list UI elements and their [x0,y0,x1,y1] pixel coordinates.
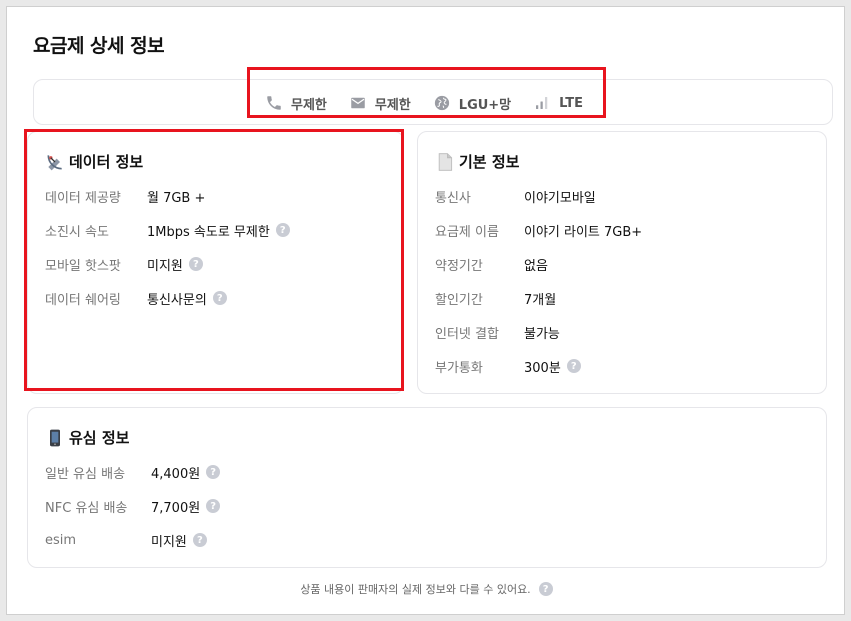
help-icon[interactable]: ? [188,257,203,271]
basic-row: 약정기간 [435,254,483,274]
satellite-antenna-icon [47,154,62,170]
hotspot-value: 미지원 [147,258,183,274]
usim-row-value: 4,400원 ? [151,462,221,482]
data-sharing-value: 통신사문의 [147,292,207,308]
basic-row: 통신사 [435,186,471,206]
plan-name-value: 이야기 라이트 7GB+ [524,224,643,240]
network-text: LGU+망 [458,97,512,113]
usim-row-label: 일반 유심 배송 [45,466,126,482]
extra-call-value: 300분 [524,360,561,376]
help-icon[interactable]: ? [212,291,227,305]
basic-row: 할인기간 [435,288,483,308]
basic-row-value: 7개월 [524,288,556,308]
mail-icon [351,97,365,109]
usim-row-label: esim [45,532,77,548]
basic-info-title-text: 기본 정보 [459,153,520,171]
basic-row: 요금제 이름 [435,220,499,240]
usim-row: 일반 유심 배송 [45,462,125,482]
throttle-speed-value: 1Mbps 속도로 무제한 [147,224,270,240]
data-row: 소진시 속도 [45,220,109,240]
summary-item-generation: LTE [533,94,583,112]
basic-row-label: 통신사 [435,190,471,206]
data-info-title-text: 데이터 정보 [69,153,144,171]
basic-row: 부가통화 [435,356,483,376]
help-icon[interactable]: ? [206,465,221,479]
help-icon[interactable]: ? [192,533,207,547]
data-row: 데이터 쉐어링 [45,288,121,308]
help-icon[interactable]: ? [206,499,221,513]
basic-row-label: 인터넷 결합 [435,326,499,342]
usim-info-card [27,407,827,568]
basic-row-value: 불가능 [524,322,560,342]
data-row-label: 모바일 핫스팟 [45,258,121,274]
usim-row-value: 미지원 ? [151,530,207,550]
data-row-label: 소진시 속도 [45,224,109,240]
data-row-value: 통신사문의 ? [147,288,227,308]
data-row: 모바일 핫스팟 [45,254,121,274]
basic-row-label: 약정기간 [435,258,483,274]
summary-row: 무제한 무제한 LGU+망 LTE [265,91,583,115]
basic-row-value: 없음 [524,254,548,274]
nfc-usim-price: 7,700원 [151,500,201,516]
usim-info-title-text: 유심 정보 [69,429,130,447]
mobile-phone-icon [50,429,60,446]
usim-row: esim [45,530,76,550]
help-icon[interactable]: ? [566,359,581,373]
signal-icon [536,97,548,109]
basic-row-value: 이야기 라이트 7GB+ [524,220,642,240]
voice-text: 무제한 [291,97,327,113]
detail-panel: 요금제 상세 정보 무제한 무제한 LGU+망 LTE 데이터 정보 데이터 제… [6,6,845,615]
carrier-value: 이야기모바일 [524,190,596,206]
data-allowance-value: 월 7GB + [147,190,206,206]
summary-item-voice: 무제한 [265,94,327,113]
data-row: 데이터 제공량 [45,186,121,206]
data-info-title: 데이터 정보 [45,151,143,172]
summary-item-network: LGU+망 [433,94,511,113]
basic-row-value: 이야기모바일 [524,186,596,206]
basic-row-label: 부가통화 [435,360,483,376]
globe-icon [434,95,449,111]
usim-info-title: 유심 정보 [45,427,129,448]
usim-row-value: 7,700원 ? [151,496,221,516]
contract-period-value: 없음 [524,258,548,274]
standard-usim-price: 4,400원 [151,466,201,482]
data-row-value: 1Mbps 속도로 무제한 ? [147,220,290,240]
help-icon[interactable]: ? [538,582,553,596]
esim-value: 미지원 [151,534,187,550]
basic-row: 인터넷 결합 [435,322,499,342]
disclaimer-note: 상품 내용이 판매자의 실제 정보와 다를 수 있어요. ? [7,581,846,597]
summary-item-sms: 무제한 [349,94,411,113]
help-icon[interactable]: ? [275,223,290,237]
sms-text: 무제한 [374,97,411,113]
data-row-value: 미지원 ? [147,254,203,274]
basic-row-label: 할인기간 [435,292,483,308]
phone-icon [267,96,281,110]
data-row-label: 데이터 쉐어링 [45,292,121,308]
generation-text: LTE [559,95,584,111]
usim-row-label: NFC 유심 배송 [45,500,128,516]
basic-info-title: 기본 정보 [435,151,519,172]
discount-period-value: 7개월 [524,292,557,308]
data-row-value: 월 7GB + [147,186,205,206]
document-icon [438,152,453,171]
page-title: 요금제 상세 정보 [33,35,165,57]
data-row-label: 데이터 제공량 [45,190,121,206]
internet-bundle-value: 불가능 [524,326,560,342]
basic-row-value: 300분 ? [524,356,581,376]
usim-row: NFC 유심 배송 [45,496,127,516]
disclaimer-text: 상품 내용이 판매자의 실제 정보와 다를 수 있어요. [300,583,531,596]
basic-row-label: 요금제 이름 [435,224,499,240]
